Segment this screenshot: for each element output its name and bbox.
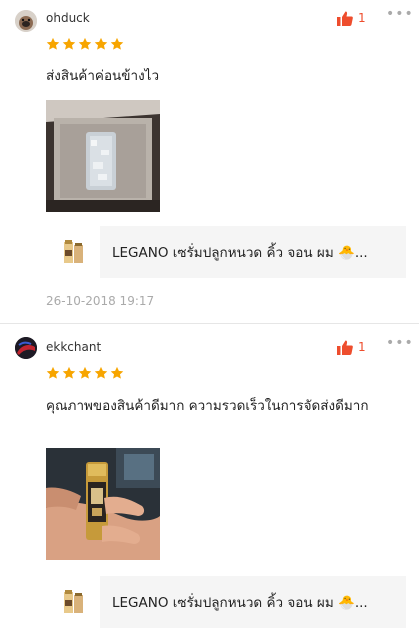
product-name: LEGANO เซรั่มปลูกหนวด คิ้ว จอน ผม 🐣...: [112, 245, 368, 261]
review-item: ekkchant 1 ••• คุณภาพของสินค้าดีมาก ความ…: [0, 324, 419, 640]
star-icon: [62, 37, 76, 50]
product-name: LEGANO เซรั่มปลูกหนวด คิ้ว จอน ผม 🐣...: [112, 595, 368, 611]
review-photo[interactable]: [46, 448, 160, 560]
star-icon: [94, 37, 108, 50]
avatar[interactable]: [15, 10, 37, 32]
more-options-icon[interactable]: •••: [386, 6, 414, 22]
star-icon: [78, 366, 92, 379]
username[interactable]: ohduck: [46, 11, 90, 25]
username[interactable]: ekkchant: [46, 340, 101, 354]
product-thumbnail: [64, 240, 83, 263]
star-icon: [46, 366, 60, 379]
avatar[interactable]: [15, 337, 37, 359]
thumbs-up-icon[interactable]: [337, 11, 353, 26]
like-count: 1: [358, 11, 366, 25]
star-icon: [94, 366, 108, 379]
star-icon: [78, 37, 92, 50]
rating-stars: [46, 37, 124, 51]
review-item: ohduck 1 ••• ส่งสินค้าค่อนข้างไว LEGANO …: [0, 0, 419, 323]
review-comment: คุณภาพของสินค้าดีมาก ความรวดเร็วในการจัด…: [46, 398, 369, 414]
product-thumbnail: [64, 590, 83, 613]
product-card[interactable]: LEGANO เซรั่มปลูกหนวด คิ้ว จอน ผม 🐣...: [64, 226, 406, 278]
star-icon: [62, 366, 76, 379]
more-options-icon[interactable]: •••: [386, 335, 414, 351]
star-icon: [110, 37, 124, 50]
star-icon: [46, 37, 60, 50]
star-icon: [110, 366, 124, 379]
like-count: 1: [358, 340, 366, 354]
review-date: 26-10-2018 19:17: [46, 294, 155, 308]
review-photo[interactable]: [46, 100, 160, 212]
thumbs-up-icon[interactable]: [337, 340, 353, 355]
product-card[interactable]: LEGANO เซรั่มปลูกหนวด คิ้ว จอน ผม 🐣...: [64, 576, 406, 628]
rating-stars: [46, 366, 124, 380]
review-comment: ส่งสินค้าค่อนข้างไว: [46, 68, 160, 84]
